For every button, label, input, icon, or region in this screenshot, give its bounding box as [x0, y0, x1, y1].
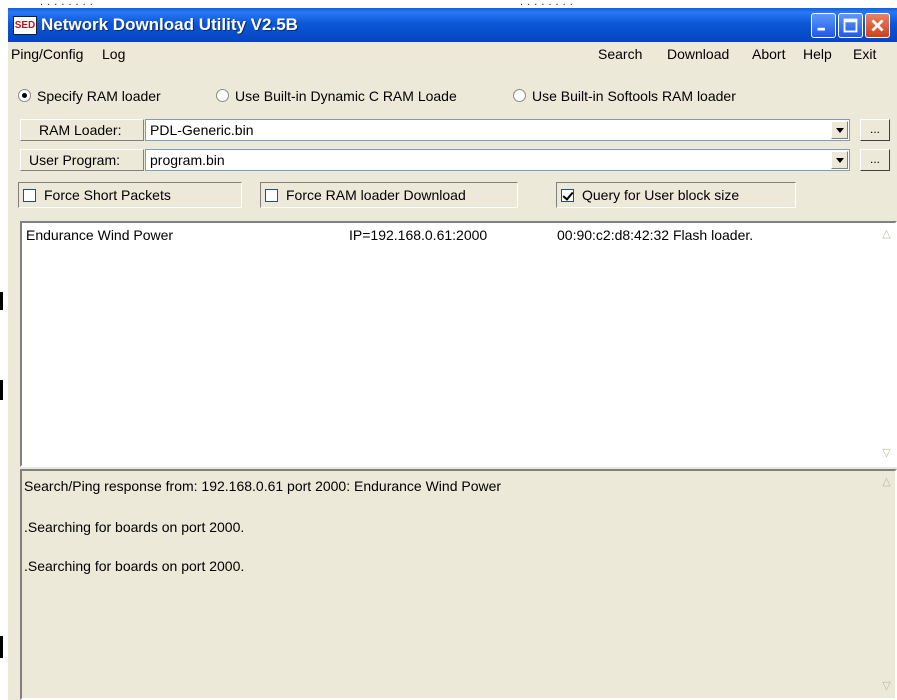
log-panel[interactable]: Search/Ping response from: 192.168.0.61 …: [20, 469, 897, 700]
chevron-down-icon[interactable]: [831, 151, 848, 169]
board-ip: IP=192.168.0.61:2000: [349, 227, 488, 243]
menu-exit[interactable]: Exit: [853, 46, 876, 62]
board-name: Endurance Wind Power: [26, 227, 174, 243]
force-ram-loader-checkbox[interactable]: Force RAM loader Download: [260, 182, 518, 208]
radio-dot: [513, 89, 526, 102]
log-line: .Searching for boards on port 2000.: [24, 558, 245, 574]
user-program-browse-button[interactable]: ...: [860, 149, 890, 171]
radio-softools-loader[interactable]: Use Built-in Softools RAM loader: [513, 88, 736, 104]
user-program-value: program.bin: [150, 152, 225, 168]
radio-label: Use Built-in Dynamic C RAM Loade: [235, 88, 457, 104]
checkbox-label: Force Short Packets: [44, 187, 171, 203]
close-button[interactable]: [865, 13, 890, 38]
board-list[interactable]: Endurance Wind Power IP=192.168.0.61:200…: [20, 221, 897, 467]
radio-label: Specify RAM loader: [37, 88, 161, 104]
maximize-icon: [843, 18, 858, 33]
ram-loader-browse-button[interactable]: ...: [860, 119, 890, 141]
scroll-up-icon[interactable]: △: [879, 227, 894, 242]
force-short-packets-checkbox[interactable]: Force Short Packets: [18, 182, 242, 208]
minimize-icon: [817, 27, 825, 31]
ram-loader-value: PDL-Generic.bin: [150, 122, 254, 138]
ram-loader-combo[interactable]: PDL-Generic.bin: [145, 119, 850, 141]
close-icon: [871, 19, 884, 32]
radio-label: Use Built-in Softools RAM loader: [532, 88, 736, 104]
vertical-scrollbar[interactable]: △ ▽: [878, 471, 895, 698]
radio-dot: [216, 89, 229, 102]
menu-download[interactable]: Download: [667, 46, 729, 62]
checkbox-box: [265, 189, 278, 202]
menu-log[interactable]: Log: [102, 46, 125, 62]
menu-ping-config[interactable]: Ping/Config: [11, 46, 83, 62]
vertical-scrollbar[interactable]: △ ▽: [878, 223, 895, 465]
app-window: SED Network Download Utility V2.5B Ping/…: [8, 8, 897, 700]
menu-abort[interactable]: Abort: [752, 46, 785, 62]
menu-bar: Ping/Config Log Search Download Abort He…: [8, 42, 897, 66]
radio-specify-ram-loader[interactable]: Specify RAM loader: [18, 88, 161, 104]
background-edge: [0, 380, 3, 400]
minimize-button[interactable]: [811, 13, 836, 38]
query-user-block-checkbox[interactable]: Query for User block size: [556, 182, 796, 208]
title-bar[interactable]: SED Network Download Utility V2.5B: [8, 8, 897, 42]
menu-search[interactable]: Search: [598, 46, 642, 62]
scroll-down-icon[interactable]: ▽: [879, 446, 894, 461]
ram-loader-label: RAM Loader:: [20, 119, 144, 141]
window-title: Network Download Utility V2.5B: [41, 15, 298, 34]
chevron-down-icon[interactable]: [831, 121, 848, 139]
maximize-button[interactable]: [838, 13, 863, 38]
user-program-combo[interactable]: program.bin: [145, 149, 850, 171]
radio-dot: [18, 89, 31, 102]
board-info: 00:90:c2:d8:42:32 Flash loader.: [557, 227, 754, 243]
app-icon: SED: [13, 16, 37, 35]
checkbox-box: [561, 189, 574, 202]
log-line: Search/Ping response from: 192.168.0.61 …: [24, 478, 502, 494]
checkbox-label: Force RAM loader Download: [286, 187, 466, 203]
scroll-up-icon[interactable]: △: [879, 475, 894, 490]
menu-help[interactable]: Help: [803, 46, 832, 62]
background-edge: [0, 292, 3, 310]
scroll-down-icon[interactable]: ▽: [879, 679, 894, 694]
radio-dynamic-c-loader[interactable]: Use Built-in Dynamic C RAM Loade: [216, 88, 457, 104]
user-program-label: User Program:: [20, 149, 144, 171]
background-edge: [0, 636, 3, 658]
log-line: .Searching for boards on port 2000.: [24, 519, 245, 535]
checkbox-box: [23, 189, 36, 202]
background-strip: . . . . . . . . . . . . . . . .: [0, 0, 897, 8]
checkbox-label: Query for User block size: [582, 187, 740, 203]
